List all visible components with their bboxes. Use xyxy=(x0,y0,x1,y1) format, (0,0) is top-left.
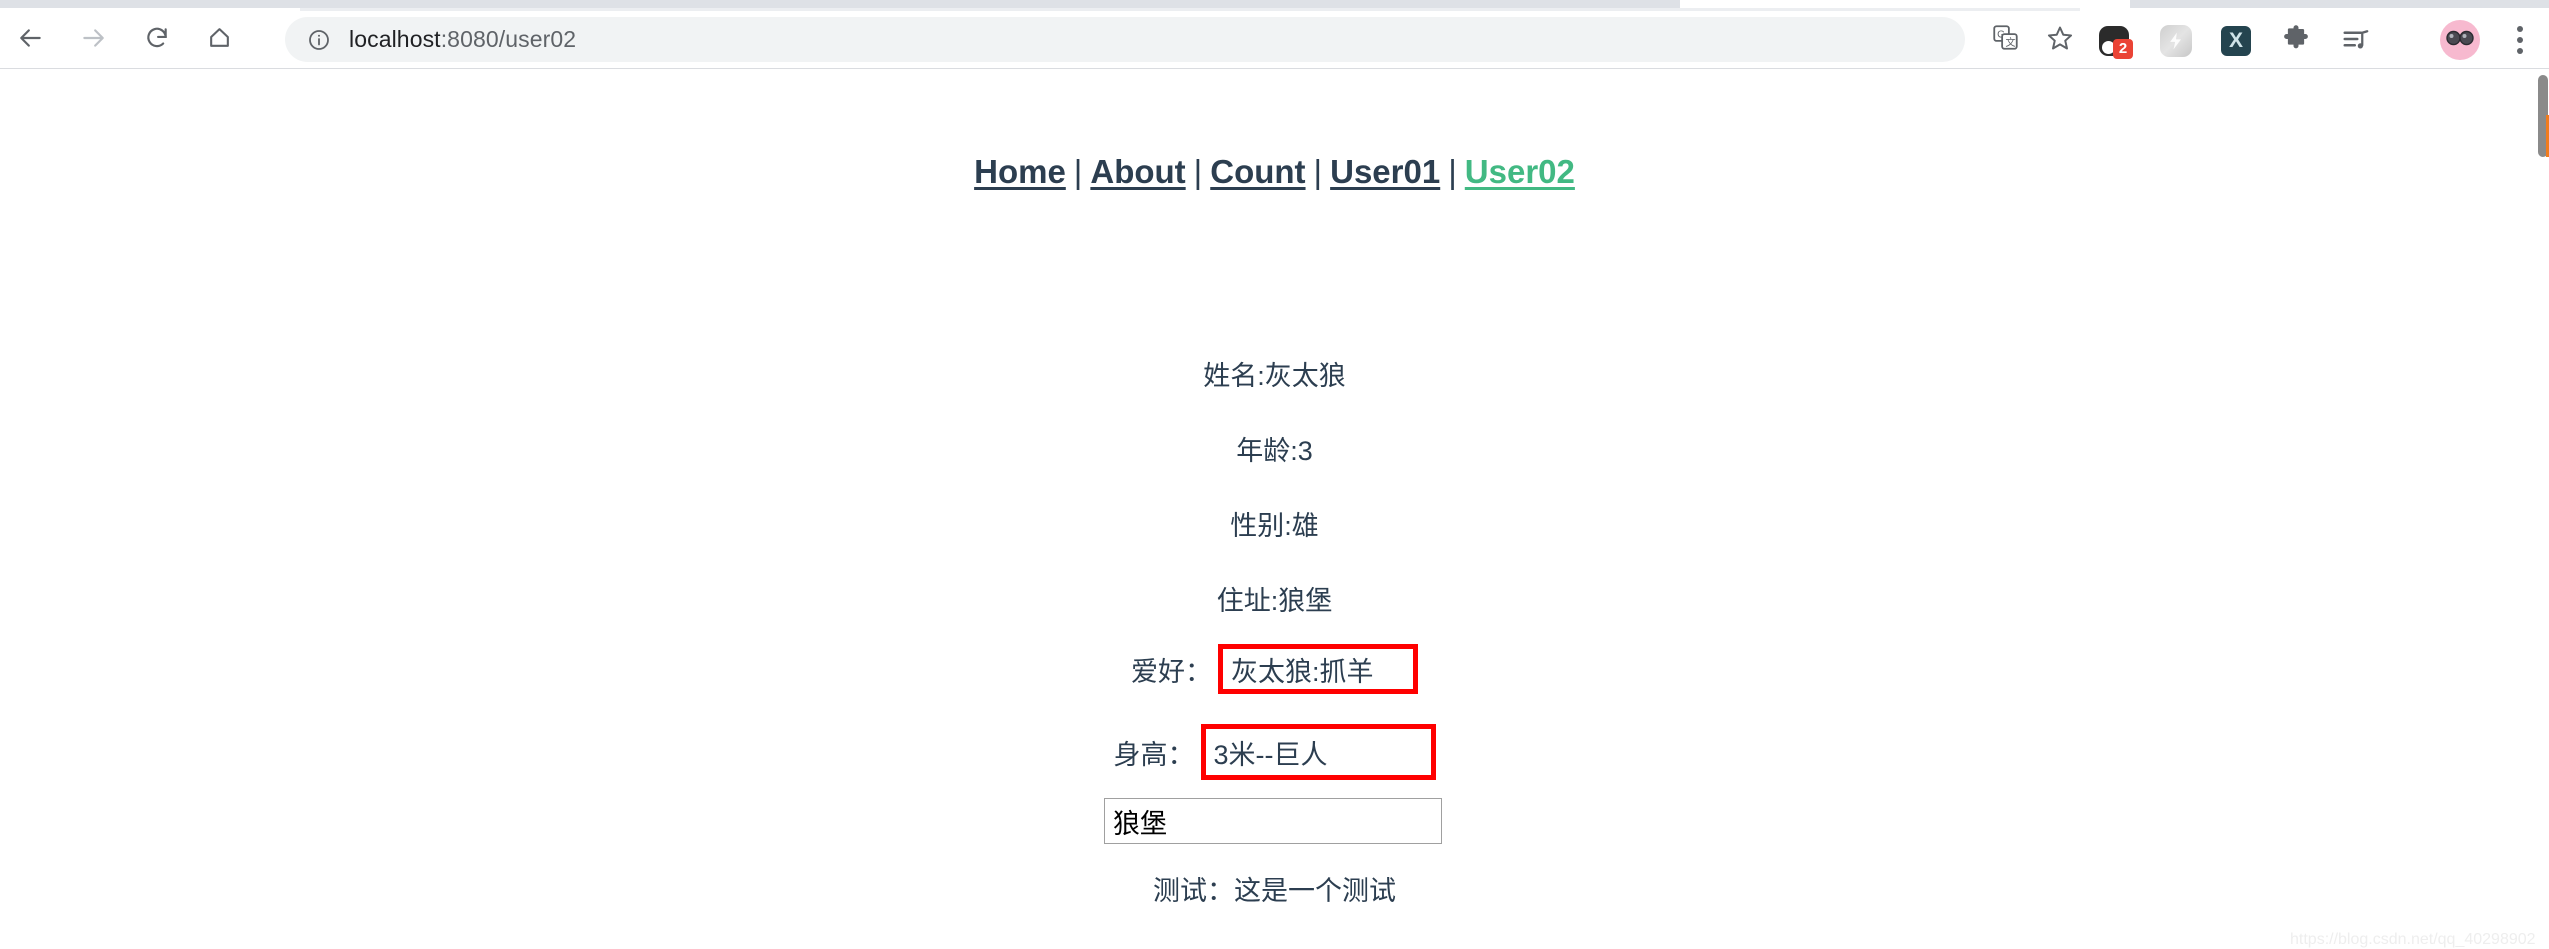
lightning-bolt-extension-icon xyxy=(2160,25,2192,57)
nav-separator-3: | xyxy=(1313,153,1323,190)
music-playlist-icon xyxy=(2341,24,2371,59)
page-content: Home | About | Count | User01 | User02 姓名:灰太狼 年龄… xyxy=(0,69,2549,948)
height-row: 身高： 3米--巨人 xyxy=(0,724,2549,780)
hobby-value: 灰太狼:抓羊 xyxy=(1231,656,1374,687)
nav-link-home[interactable]: Home xyxy=(974,153,1066,190)
tab-strip-background xyxy=(0,0,1680,8)
menu-dot-1 xyxy=(2517,26,2523,32)
address-text-input[interactable] xyxy=(1104,798,1442,844)
reload-icon xyxy=(144,25,170,56)
extensions-menu-button[interactable] xyxy=(2275,20,2317,62)
page-scrollbar-track[interactable] xyxy=(2537,69,2549,893)
tab-strip-background-right xyxy=(2130,0,2549,8)
hobby-row: 爱好： 灰太狼:抓羊 xyxy=(0,644,2549,694)
reload-button[interactable] xyxy=(136,19,178,61)
menu-dot-2 xyxy=(2517,37,2523,43)
back-button[interactable] xyxy=(10,19,52,61)
height-value: 3米--巨人 xyxy=(1213,739,1328,770)
hobby-label: 爱好： xyxy=(1131,656,1212,687)
browser-toolbar: localhost:8080/user02 G 文 2 X xyxy=(0,11,2549,69)
app-nav: Home | About | Count | User01 | User02 xyxy=(0,153,2549,191)
nav-link-count[interactable]: Count xyxy=(1210,153,1305,190)
detail-gender: 性别:雄 xyxy=(1230,511,1319,541)
svg-text:文: 文 xyxy=(2005,36,2015,49)
browser-tab-strip xyxy=(0,0,2549,12)
height-label: 身高： xyxy=(1113,739,1195,770)
detail-address: 住址:狼堡 xyxy=(1216,586,1333,616)
arrow-left-icon xyxy=(18,25,44,56)
translate-icon: G 文 xyxy=(1992,24,2019,56)
nav-separator-4: | xyxy=(1448,153,1457,190)
sunglasses-avatar-icon xyxy=(2445,28,2475,53)
puzzle-piece-extensions-icon xyxy=(2281,24,2311,59)
address-bar-url: localhost:8080/user02 xyxy=(349,26,576,53)
extension-button-1[interactable]: 2 xyxy=(2093,20,2135,62)
watermark: https://blog.csdn.net/qq_40298902 xyxy=(2290,931,2536,948)
forward-button[interactable] xyxy=(72,19,114,61)
address-bar-path: :8080/user02 xyxy=(440,26,577,52)
detail-name: 姓名:灰太狼 xyxy=(1203,361,1346,391)
info-circle-icon[interactable] xyxy=(307,28,331,52)
detail-age: 年龄:3 xyxy=(1236,436,1313,466)
menu-dot-3 xyxy=(2517,48,2523,54)
media-playlist-button[interactable] xyxy=(2335,20,2377,62)
address-bar-host: localhost xyxy=(349,26,441,52)
translate-button[interactable]: G 文 xyxy=(1985,20,2025,60)
home-icon xyxy=(207,25,232,55)
address-bar[interactable]: localhost:8080/user02 xyxy=(285,17,1965,62)
avatar[interactable] xyxy=(2440,20,2480,60)
nav-separator-1: | xyxy=(1073,153,1083,190)
hobby-highlight-box: 灰太狼:抓羊 xyxy=(1218,644,1418,694)
star-outline-icon xyxy=(2046,24,2074,57)
test-line: 测试：这是一个测试 xyxy=(1153,876,1396,906)
nav-link-user01[interactable]: User01 xyxy=(1330,153,1440,190)
extension-badge-count: 2 xyxy=(2113,39,2133,59)
home-button[interactable] xyxy=(198,19,240,61)
x-letter-extension-icon: X xyxy=(2221,26,2251,56)
extension-button-3[interactable]: X xyxy=(2215,20,2257,62)
extension-button-2[interactable] xyxy=(2155,20,2197,62)
nav-link-about[interactable]: About xyxy=(1090,153,1185,190)
nav-separator-2: | xyxy=(1193,153,1203,190)
arrow-right-icon xyxy=(80,25,106,56)
height-highlight-box: 3米--巨人 xyxy=(1200,724,1436,780)
nav-link-user02[interactable]: User02 xyxy=(1465,153,1575,190)
three-dot-menu-icon[interactable] xyxy=(2500,20,2540,60)
bookmark-button[interactable] xyxy=(2040,20,2080,60)
